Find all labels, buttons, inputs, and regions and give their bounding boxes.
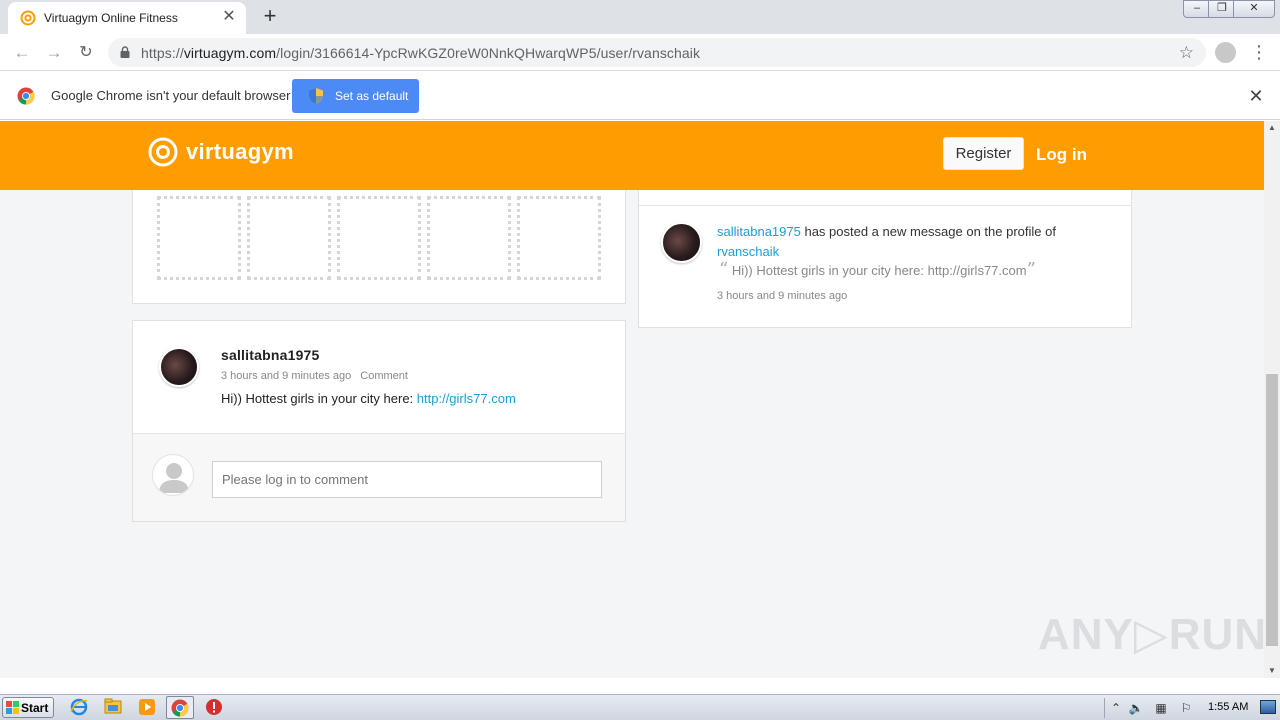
login-link[interactable]: Log in [1036, 145, 1087, 165]
activity-summary: sallitabna1975 has posted a new message … [717, 224, 1056, 239]
internet-explorer-icon[interactable] [68, 698, 90, 718]
system-clock[interactable]: 1:55 AM [1208, 701, 1248, 713]
address-bar[interactable]: https://virtuagym.com/login/3166614-YpcR… [108, 38, 1206, 67]
url-scheme: https:// [141, 45, 184, 61]
activity-action-text: has posted a new message on the profile … [800, 224, 1056, 239]
scrollbar-thumb[interactable] [1266, 374, 1278, 646]
lock-icon [120, 46, 130, 58]
infobar-message: Google Chrome isn't your default browser [51, 88, 291, 103]
show-desktop-button[interactable] [1260, 700, 1276, 714]
chrome-taskbar-button[interactable] [166, 696, 194, 719]
show-hidden-icons-chevron-icon[interactable]: ⌃ [1108, 700, 1124, 716]
comment-link[interactable]: Comment [360, 370, 408, 382]
virtuagym-favicon-icon [20, 10, 36, 26]
default-browser-infobar: Google Chrome isn't your default browser… [0, 72, 1280, 120]
profile-avatar-icon[interactable] [1215, 42, 1236, 63]
post-author-avatar[interactable] [159, 347, 199, 387]
post-text: Hi)) Hottest girls in your city here: [221, 391, 417, 406]
virtuagym-ring-icon [148, 137, 178, 167]
activity-actor-link[interactable]: sallitabna1975 [717, 224, 801, 239]
action-center-flag-icon[interactable]: ⚐ [1178, 700, 1194, 716]
reload-icon[interactable]: ↻ [74, 41, 98, 65]
post-meta: 3 hours and 9 minutes ago Comment [221, 370, 408, 382]
tray-separator [1104, 698, 1105, 718]
brand-name: virtuagym [186, 139, 294, 164]
divider [639, 205, 1131, 206]
photo-placeholder[interactable] [337, 196, 421, 280]
set-as-default-button[interactable]: Set as default [292, 79, 419, 113]
uac-shield-icon [309, 88, 323, 104]
windows-logo-icon [6, 701, 19, 714]
photo-placeholder[interactable] [517, 196, 601, 280]
close-quote-mark: ” [1026, 259, 1036, 280]
activity-user-avatar[interactable] [661, 222, 702, 263]
post-author-name[interactable]: sallitabna1975 [221, 347, 320, 363]
tab-title: Virtuagym Online Fitness [44, 11, 178, 25]
photo-placeholder[interactable] [427, 196, 511, 280]
activity-timestamp: 3 hours and 9 minutes ago [717, 290, 848, 302]
media-player-icon[interactable] [136, 698, 158, 718]
network-icon[interactable]: ▦ [1153, 700, 1169, 716]
activity-target-link[interactable]: rvanschaik [717, 244, 779, 259]
tab-close-icon[interactable]: ✕ [220, 8, 238, 26]
tab-strip: Virtuagym Online Fitness ✕ + – ❐ ✕ [0, 0, 1280, 34]
activity-card: sallitabna1975 has posted a new message … [638, 173, 1132, 328]
url-host: virtuagym.com [183, 45, 277, 61]
window-restore-button[interactable]: ❐ [1208, 0, 1236, 18]
anyrun-watermark: ANY▷RUN [1038, 610, 1264, 659]
window-close-button[interactable]: ✕ [1233, 0, 1275, 18]
activity-quote: “ Hi)) Hottest girls in your city here: … [719, 259, 1036, 280]
set-as-default-label: Set as default [335, 89, 409, 103]
comment-area [133, 433, 625, 521]
browser-toolbar: ← → ↻ https://virtuagym.com/login/316661… [0, 34, 1280, 71]
url-text: https://virtuagym.com/login/3166614-YpcR… [141, 45, 700, 61]
photos-card [132, 181, 626, 304]
guest-user-icon [152, 454, 194, 496]
forward-arrow-icon[interactable]: → [42, 41, 66, 65]
photo-placeholder[interactable] [247, 196, 331, 280]
url-path: /login/3166614-YpcRwKGZ0reW0NnkQHwarqWP5… [276, 45, 701, 61]
windows-taskbar: Start ⌃ 🔈 ▦ ⚐ 1:55 AM [0, 694, 1280, 720]
bookmark-star-icon[interactable]: ☆ [1179, 43, 1194, 63]
scroll-down-arrow-icon[interactable]: ▼ [1264, 664, 1280, 678]
start-label: Start [21, 701, 49, 715]
post-body: Hi)) Hottest girls in your city here: ht… [221, 391, 516, 406]
scroll-up-arrow-icon[interactable]: ▲ [1264, 121, 1280, 135]
register-button[interactable]: Register [943, 137, 1024, 170]
wall-post-card: sallitabna1975 3 hours and 9 minutes ago… [132, 320, 626, 522]
back-arrow-icon[interactable]: ← [10, 41, 34, 65]
window-minimize-button[interactable]: – [1183, 0, 1211, 18]
post-link[interactable]: http://girls77.com [417, 391, 516, 406]
infobar-close-icon[interactable]: ✕ [1246, 86, 1266, 106]
activity-quote-text: Hi)) Hottest girls in your city here: ht… [728, 263, 1027, 278]
file-explorer-icon[interactable] [102, 698, 124, 718]
photo-placeholder[interactable] [157, 196, 241, 280]
comment-input[interactable] [212, 461, 602, 498]
new-tab-button[interactable]: + [258, 5, 282, 28]
activity-target: rvanschaik [717, 244, 779, 259]
kebab-menu-icon[interactable]: ⋮ [1250, 41, 1268, 63]
stop-sign-app-icon[interactable] [203, 698, 225, 718]
vertical-scrollbar[interactable]: ▲ ▼ [1264, 121, 1280, 678]
chrome-logo-icon [17, 87, 35, 105]
post-timestamp: 3 hours and 9 minutes ago [221, 370, 352, 382]
volume-icon[interactable]: 🔈 [1128, 700, 1144, 716]
start-button[interactable]: Start [2, 697, 54, 718]
open-quote-mark: “ [719, 259, 729, 280]
page-viewport: sallitabna1975 has posted a new message … [0, 121, 1264, 678]
site-header: virtuagym Register Log in [0, 121, 1264, 190]
browser-tab[interactable]: Virtuagym Online Fitness ✕ [8, 2, 246, 34]
